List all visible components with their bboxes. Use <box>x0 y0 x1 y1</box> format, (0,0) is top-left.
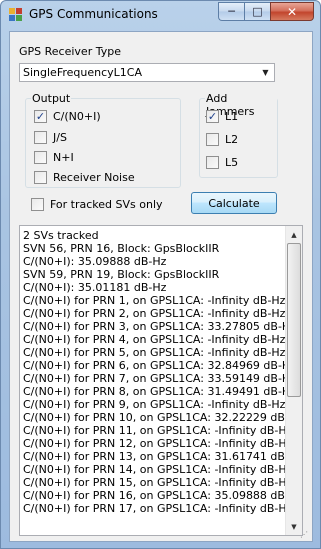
receiver-type-value: SingleFrequencyL1CA <box>23 66 142 79</box>
output-item-cn0i[interactable]: ✓ C/(N0+I) <box>34 108 101 124</box>
output-group-title: Output <box>31 92 72 105</box>
output-item-label: N+I <box>53 150 74 164</box>
minimize-icon: ─ <box>228 5 235 18</box>
result-line: C/(N0+I) for PRN 8, on GPSL1CA: 31.49491… <box>23 385 296 398</box>
add-jammers-group: Add Jammers ✓ L1 L2 L5 <box>199 92 278 178</box>
chevron-down-icon[interactable]: ▼ <box>257 64 274 81</box>
tracked-svs-only-option[interactable]: For tracked SVs only <box>31 196 163 212</box>
scroll-up-icon[interactable]: ▲ <box>286 226 302 243</box>
jammer-item-label: L1 <box>225 109 239 123</box>
checkbox-l1[interactable]: ✓ <box>206 109 219 123</box>
output-item-label: J/S <box>53 130 67 144</box>
app-window: GPS Communications ─ □ ✕ GPS Receiver Ty… <box>0 0 321 549</box>
result-line: C/(N0+I) for PRN 7, on GPSL1CA: 33.59149… <box>23 372 296 385</box>
result-line: C/(N0+I) for PRN 13, on GPSL1CA: 31.6174… <box>23 450 303 463</box>
caption-buttons: ─ □ ✕ <box>218 2 314 21</box>
result-line: C/(N0+I) for PRN 16, on GPSL1CA: 35.0988… <box>23 489 303 502</box>
receiver-type-label: GPS Receiver Type <box>19 45 121 58</box>
jammer-item-label: L2 <box>225 132 239 146</box>
jammer-item-l1[interactable]: ✓ L1 <box>206 108 238 124</box>
checkbox-tracked-svs-only[interactable] <box>31 197 44 211</box>
close-icon: ✕ <box>286 4 298 19</box>
vertical-scrollbar[interactable]: ▲ ▼ <box>285 226 302 535</box>
app-icon[interactable] <box>9 8 23 22</box>
scrollbar-thumb[interactable] <box>287 243 301 397</box>
output-item-js[interactable]: J/S <box>34 129 67 145</box>
minimize-button[interactable]: ─ <box>218 2 244 21</box>
result-line: C/(N0+I) for PRN 2, on GPSL1CA: -Infinit… <box>23 307 286 320</box>
title-bar[interactable]: GPS Communications ─ □ ✕ <box>1 1 320 29</box>
result-line: C/(N0+I) for PRN 10, on GPSL1CA: 32.2222… <box>23 411 303 424</box>
jammer-item-l2[interactable]: L2 <box>206 131 238 147</box>
maximize-button[interactable]: □ <box>244 2 270 21</box>
tracked-svs-only-label: For tracked SVs only <box>50 197 163 211</box>
result-line: C/(N0+I) for PRN 9, on GPSL1CA: -Infinit… <box>23 398 286 411</box>
result-line: C/(N0+I) for PRN 12, on GPSL1CA: -Infini… <box>23 437 293 450</box>
jammer-item-label: L5 <box>225 155 239 169</box>
maximize-icon: □ <box>252 5 263 18</box>
checkbox-js[interactable] <box>34 130 47 144</box>
result-line: C/(N0+I) for PRN 11, on GPSL1CA: -Infini… <box>23 424 293 437</box>
output-item-label: Receiver Noise <box>53 170 135 184</box>
result-line: SVN 59, PRN 19, Block: GpsBlockIIR <box>23 268 220 281</box>
result-line: C/(N0+I): 35.09888 dB-Hz <box>23 255 167 268</box>
result-line: C/(N0+I) for PRN 1, on GPSL1CA: -Infinit… <box>23 294 286 307</box>
checkbox-ni[interactable] <box>34 150 47 164</box>
window-title: GPS Communications <box>29 7 158 21</box>
calculate-button[interactable]: Calculate <box>191 192 277 214</box>
result-line: C/(N0+I) for PRN 15, on GPSL1CA: -Infini… <box>23 476 293 489</box>
results-lines: 2 SVs tracked SVN 56, PRN 16, Block: GpsB… <box>23 229 303 515</box>
checkbox-l5[interactable] <box>206 155 219 169</box>
jammer-item-l5[interactable]: L5 <box>206 154 238 170</box>
result-line: C/(N0+I) for PRN 4, on GPSL1CA: -Infinit… <box>23 333 286 346</box>
result-line: C/(N0+I): 35.01181 dB-Hz <box>23 281 167 294</box>
checkbox-cn0i[interactable]: ✓ <box>34 109 47 123</box>
close-button[interactable]: ✕ <box>270 2 314 21</box>
resize-grip-icon[interactable]: ⋰ <box>300 529 311 540</box>
form-client-area: GPS Receiver Type SingleFrequencyL1CA ▼ … <box>9 31 313 542</box>
results-textbox[interactable]: 2 SVs tracked SVN 56, PRN 16, Block: GpsB… <box>19 225 303 536</box>
result-line: 2 SVs tracked <box>23 229 99 242</box>
output-item-ni[interactable]: N+I <box>34 149 74 165</box>
result-line: SVN 56, PRN 16, Block: GpsBlockIIR <box>23 242 220 255</box>
receiver-type-select[interactable]: SingleFrequencyL1CA ▼ <box>19 63 275 82</box>
output-item-label: C/(N0+I) <box>53 109 101 123</box>
checkbox-l2[interactable] <box>206 132 219 146</box>
result-line: C/(N0+I) for PRN 17, on GPSL1CA: -Infini… <box>23 502 293 515</box>
result-line: C/(N0+I) for PRN 6, on GPSL1CA: 32.84969… <box>23 359 296 372</box>
result-line: C/(N0+I) for PRN 3, on GPSL1CA: 33.27805… <box>23 320 296 333</box>
result-line: C/(N0+I) for PRN 14, on GPSL1CA: -Infini… <box>23 463 293 476</box>
checkbox-receiver-noise[interactable] <box>34 170 47 184</box>
output-group: Output ✓ C/(N0+I) J/S N+I Receiver Noise <box>25 92 181 188</box>
output-item-receiver-noise[interactable]: Receiver Noise <box>34 169 135 185</box>
result-line: C/(N0+I) for PRN 5, on GPSL1CA: -Infinit… <box>23 346 286 359</box>
